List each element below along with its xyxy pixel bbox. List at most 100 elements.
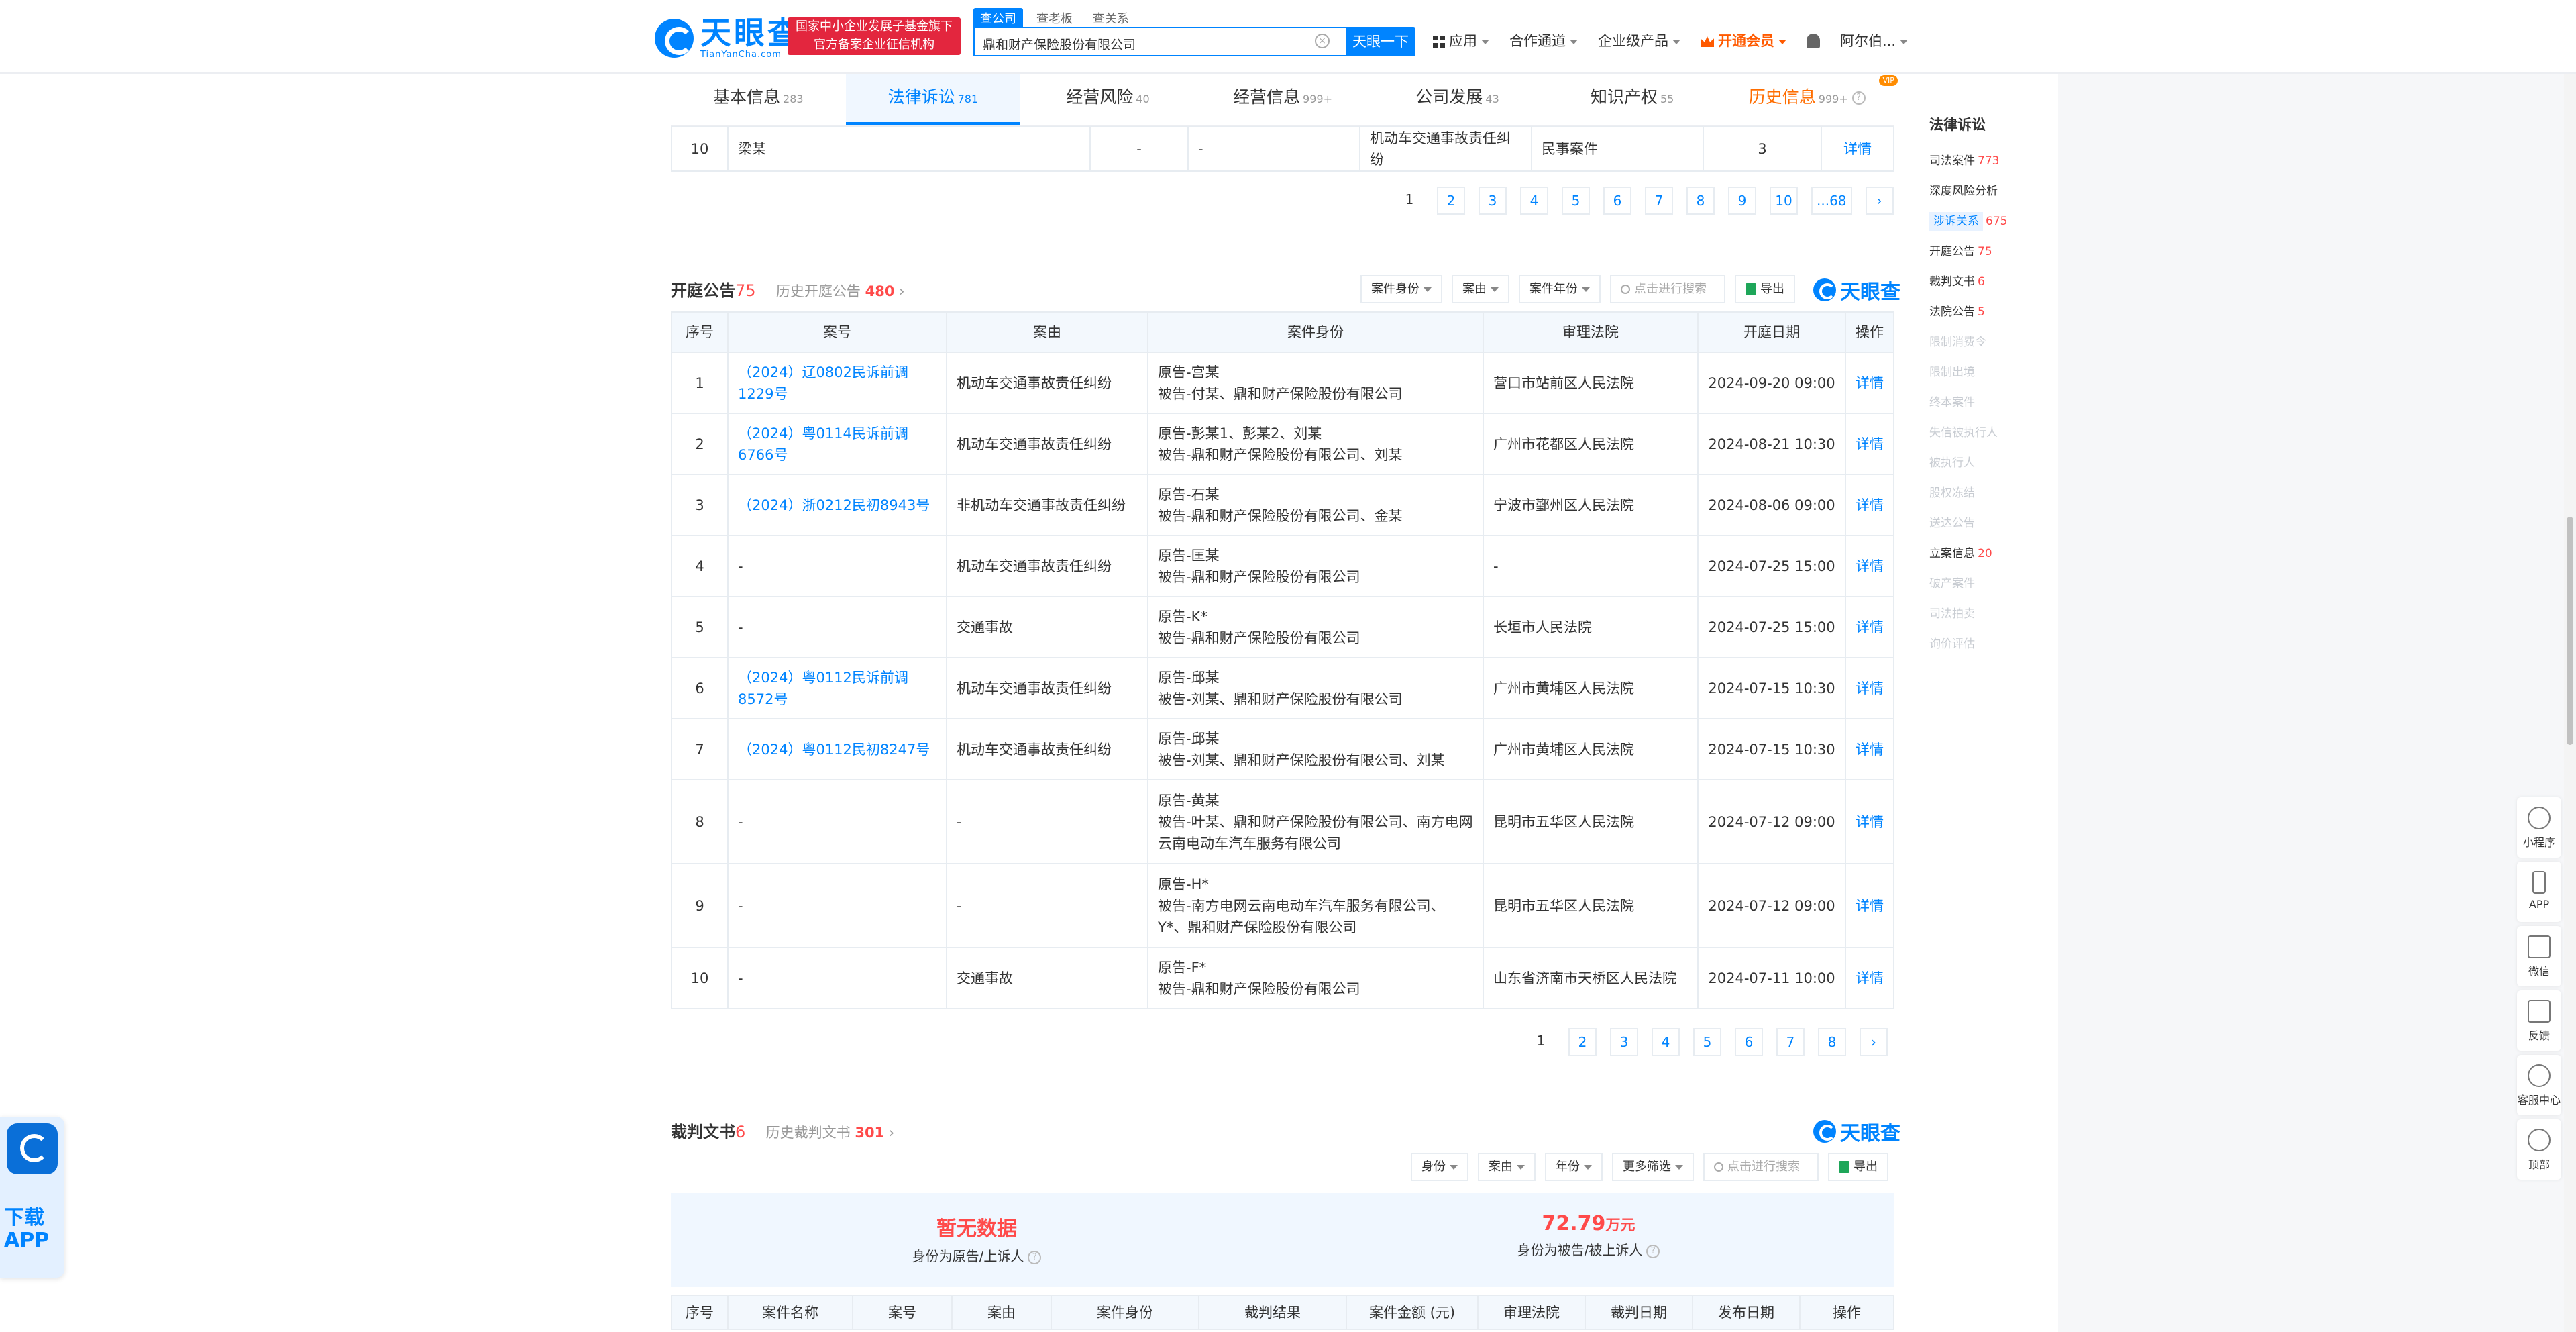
detail-link[interactable]: 详情	[1845, 718, 1894, 780]
nav-enterprise-products[interactable]: 企业级产品	[1598, 30, 1680, 50]
nav-apps[interactable]: 应用	[1433, 30, 1489, 50]
search-input[interactable]: 鼎和财产保险股份有限公司	[973, 27, 1347, 56]
back-to-top-button[interactable]: 顶部	[2517, 1119, 2561, 1180]
export-button[interactable]: 导出	[1828, 1153, 1888, 1181]
sidebar-item[interactable]: 涉诉关系 675	[1929, 209, 2058, 240]
search-button[interactable]: 天眼一下	[1346, 27, 1415, 56]
detail-link[interactable]: 详情	[1845, 657, 1894, 719]
sidebar-item[interactable]: 司法案件 773	[1929, 149, 2058, 179]
nav-user-menu[interactable]: 阿尔伯...	[1840, 30, 1909, 50]
filter-year[interactable]: 年份	[1545, 1153, 1603, 1181]
clear-search-icon[interactable]: ×	[1315, 34, 1330, 48]
app-button[interactable]: APP	[2517, 862, 2561, 922]
help-icon[interactable]: ?	[1646, 1244, 1660, 1258]
page-link-last[interactable]: ...68	[1811, 187, 1852, 215]
filter-reason[interactable]: 案由	[1478, 1153, 1536, 1181]
filter-case-year[interactable]: 案件年份	[1519, 275, 1601, 303]
tab-history-info[interactable]: VIP 历史信息 999+?	[1719, 74, 1898, 125]
sidebar-item[interactable]: 终本案件	[1929, 391, 2058, 421]
detail-link[interactable]: 详情	[1845, 352, 1894, 414]
mini-program-button[interactable]: 小程序	[2517, 797, 2561, 858]
help-icon[interactable]: ?	[1851, 91, 1866, 105]
court-notice-search-input[interactable]: 点击进行搜索	[1610, 275, 1725, 303]
tab-basic-info[interactable]: 基本信息 283	[671, 74, 846, 125]
page-link[interactable]: 6	[1603, 187, 1631, 215]
customer-service-button[interactable]: 客服中心	[2517, 1055, 2561, 1115]
history-judgment-link[interactable]: 历史裁判文书 301 ›	[766, 1125, 895, 1141]
export-button[interactable]: 导出	[1735, 275, 1795, 303]
next-page-button[interactable]: ›	[1865, 187, 1894, 215]
page-link[interactable]: 10	[1770, 187, 1798, 215]
download-app-widget[interactable]: 下载 APP	[0, 1117, 64, 1278]
page-link[interactable]: 8	[1818, 1028, 1846, 1056]
case-number-link[interactable]: （2024）粤0112民初8247号	[727, 718, 947, 780]
filter-role[interactable]: 身份	[1411, 1153, 1468, 1181]
page-link[interactable]: 7	[1776, 1028, 1805, 1056]
page-link[interactable]: 9	[1728, 187, 1756, 215]
page-link[interactable]: 5	[1693, 1028, 1721, 1056]
court-notice-filters: 案件身份 案由 案件年份 点击进行搜索 导出	[1360, 275, 1795, 303]
detail-link[interactable]: 详情	[1821, 126, 1894, 172]
page-link[interactable]: 4	[1652, 1028, 1680, 1056]
scrollbar-thumb[interactable]	[2567, 517, 2573, 745]
sidebar-item[interactable]: 限制消费令	[1929, 330, 2058, 360]
sidebar-item[interactable]: 裁判文书 6	[1929, 270, 2058, 300]
sidebar-item[interactable]: 送达公告	[1929, 511, 2058, 542]
sidebar-item[interactable]: 询价评估	[1929, 632, 2058, 662]
page-link[interactable]: 8	[1686, 187, 1715, 215]
page-link[interactable]: 6	[1735, 1028, 1763, 1056]
page-link[interactable]: 5	[1562, 187, 1590, 215]
case-number-link[interactable]: （2024）粤0114民诉前调6766号	[727, 413, 947, 475]
history-court-notice-link[interactable]: 历史开庭公告 480 ›	[776, 283, 905, 299]
detail-link[interactable]: 详情	[1845, 863, 1894, 948]
tab-operating-info[interactable]: 经营信息 999+	[1195, 74, 1371, 125]
filter-case-reason[interactable]: 案由	[1452, 275, 1509, 303]
notification-bell[interactable]	[1807, 32, 1820, 48]
sidebar-item[interactable]: 破产案件	[1929, 572, 2058, 602]
detail-link[interactable]: 详情	[1845, 596, 1894, 658]
tab-label: 基本信息	[713, 87, 781, 107]
search-tab-company[interactable]: 查公司	[973, 8, 1023, 28]
tab-operating-risk[interactable]: 经营风险 40	[1020, 74, 1195, 125]
page-link[interactable]: 3	[1479, 187, 1507, 215]
search-tab-boss[interactable]: 查老板	[1030, 8, 1079, 28]
page-link[interactable]: 2	[1437, 187, 1465, 215]
filter-more[interactable]: 更多筛选	[1612, 1153, 1694, 1181]
case-number-link[interactable]: （2024）辽0802民诉前调1229号	[727, 352, 947, 414]
page-link[interactable]: 2	[1568, 1028, 1597, 1056]
nav-open-vip[interactable]: 开通会员	[1701, 30, 1786, 50]
page-scrollbar[interactable]	[2564, 74, 2576, 1332]
judgment-search-input[interactable]: 点击进行搜索	[1703, 1153, 1819, 1181]
next-page-button[interactable]: ›	[1860, 1028, 1888, 1056]
sidebar-item[interactable]: 限制出境	[1929, 360, 2058, 391]
sidebar-item[interactable]: 立案信息 20	[1929, 542, 2058, 572]
page-link[interactable]: 7	[1645, 187, 1673, 215]
col-header: 审理法院	[1483, 311, 1699, 353]
case-number-link[interactable]: （2024）粤0112民诉前调8572号	[727, 657, 947, 719]
sidebar-item[interactable]: 法院公告 5	[1929, 300, 2058, 330]
page-link[interactable]: 3	[1610, 1028, 1638, 1056]
detail-link[interactable]: 详情	[1845, 413, 1894, 475]
sidebar-item[interactable]: 司法拍卖	[1929, 602, 2058, 632]
filter-case-role[interactable]: 案件身份	[1360, 275, 1442, 303]
detail-link[interactable]: 详情	[1845, 947, 1894, 1009]
feedback-button[interactable]: 反馈	[2517, 990, 2561, 1051]
help-icon[interactable]: ?	[1028, 1250, 1042, 1264]
tab-legal-litigation[interactable]: 法律诉讼 781	[845, 74, 1021, 125]
detail-link[interactable]: 详情	[1845, 779, 1894, 864]
sidebar-item[interactable]: 失信被执行人	[1929, 421, 2058, 451]
tianyancha-logo[interactable]: 天眼查 TianYanCha.com	[655, 16, 801, 60]
page-link[interactable]: 4	[1520, 187, 1548, 215]
detail-link[interactable]: 详情	[1845, 535, 1894, 597]
nav-cooperation[interactable]: 合作通道	[1509, 30, 1578, 50]
sidebar-item[interactable]: 深度风险分析	[1929, 179, 2058, 209]
tab-intellectual-property[interactable]: 知识产权 55	[1545, 74, 1720, 125]
detail-link[interactable]: 详情	[1845, 474, 1894, 536]
sidebar-item[interactable]: 股权冻结	[1929, 481, 2058, 511]
wechat-button[interactable]: 微信	[2517, 926, 2561, 986]
search-tab-relation[interactable]: 查关系	[1086, 8, 1136, 28]
sidebar-item[interactable]: 开庭公告 75	[1929, 240, 2058, 270]
tab-company-development[interactable]: 公司发展 43	[1370, 74, 1545, 125]
sidebar-item[interactable]: 被执行人	[1929, 451, 2058, 481]
case-number-link[interactable]: （2024）浙0212民初8943号	[727, 474, 947, 536]
